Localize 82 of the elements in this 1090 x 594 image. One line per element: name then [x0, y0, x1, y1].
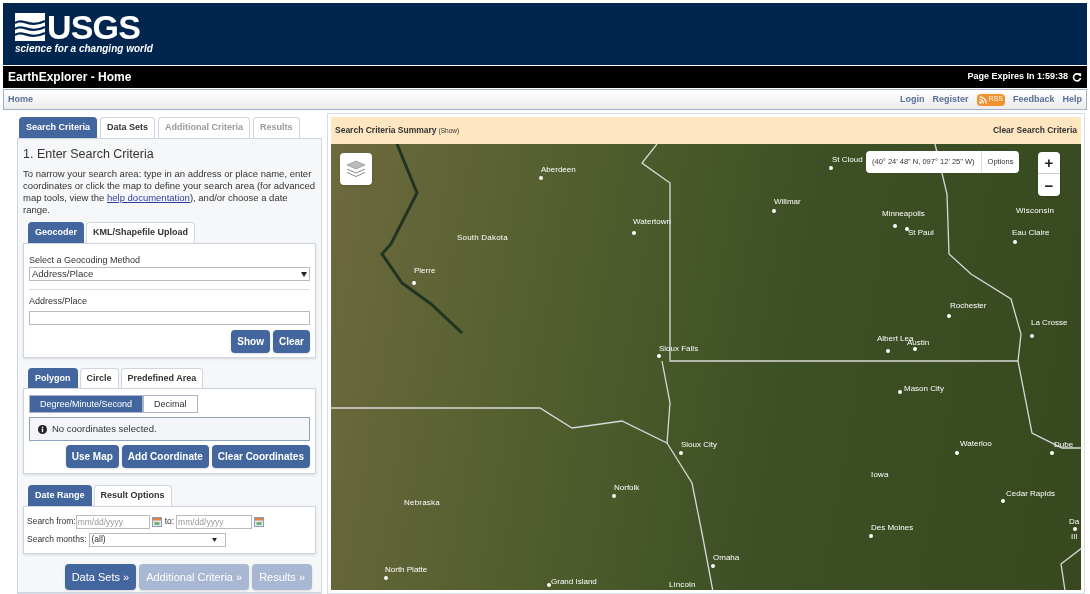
- calendar-icon[interactable]: [254, 516, 265, 527]
- page-title: EarthExplorer - Home: [8, 69, 132, 86]
- nav-link[interactable]: Home: [8, 92, 33, 107]
- city-label: Grand Island: [551, 577, 597, 587]
- city-label: Mason City: [904, 384, 944, 394]
- city-label: Aberdeen: [541, 165, 576, 175]
- nav-link[interactable]: Help: [1062, 92, 1082, 107]
- city-label: Des Moines: [871, 523, 914, 533]
- field-label: Select a Geocoding Method: [29, 253, 142, 267]
- tab[interactable]: Search Criteria: [19, 117, 98, 138]
- city-label: Pierre: [414, 266, 436, 276]
- tab[interactable]: Predefined Area: [120, 367, 204, 389]
- info-icon: [38, 424, 47, 434]
- city-label: Rochester: [950, 301, 987, 311]
- clear-criteria-link[interactable]: Clear Search Criteria: [992, 124, 1077, 137]
- city-label: St Paul: [908, 228, 934, 238]
- region-label: Nebraska: [404, 498, 440, 508]
- city-label: Omaha: [713, 553, 740, 563]
- refresh-icon[interactable]: [1072, 72, 1082, 82]
- action-button[interactable]: Show: [231, 329, 270, 353]
- city-label: Norfolk: [614, 483, 640, 493]
- city-label: Cedar Rapids: [1006, 489, 1055, 499]
- tab[interactable]: Polygon: [28, 367, 78, 389]
- format-toggle[interactable]: Degree/Minute/Second: [29, 395, 144, 414]
- city-label: Watertown: [633, 217, 671, 227]
- city-label: Eau Claire: [1012, 228, 1050, 238]
- city-label: Dube: [1054, 440, 1074, 450]
- region-label: Iowa: [871, 470, 889, 480]
- city-label: Da: [1069, 517, 1080, 527]
- field-label: to:: [164, 515, 175, 529]
- session-timer: Page Expires In 1:59:38: [967, 70, 1068, 84]
- logo-tagline: science for a changing world: [15, 42, 153, 56]
- tab[interactable]: Geocoder: [28, 222, 84, 243]
- months-select[interactable]: (all): [88, 532, 226, 547]
- layers-icon: [346, 160, 366, 178]
- message-text: No coordinates selected.: [52, 422, 157, 437]
- logo-text: USGS: [47, 12, 140, 42]
- field-label: Address/Place: [29, 295, 89, 309]
- field-label: Search months:: [27, 533, 87, 547]
- tab[interactable]: Data Sets: [100, 117, 156, 138]
- city-label: St Cloud: [832, 155, 863, 165]
- zoom-in-button[interactable]: +: [1038, 152, 1060, 174]
- city-label: Willmar: [774, 197, 801, 207]
- zoom-out-button[interactable]: −: [1038, 174, 1060, 196]
- calendar-icon[interactable]: [151, 516, 162, 527]
- nav-link[interactable]: Feedback: [1012, 92, 1055, 107]
- city-label: Waterloo: [960, 439, 992, 449]
- layers-button[interactable]: [340, 153, 372, 185]
- city-label: Minneapolis: [882, 209, 925, 219]
- intro-text: To narrow your search area: type in an address or place name, enter coordinates or click the map to define your search area (for advanced map tools, view the help documentation), and/or choose a date range.: [23, 168, 316, 217]
- action-button[interactable]: Add Coordinate: [121, 445, 209, 469]
- action-button[interactable]: Clear Coordinates: [211, 445, 310, 469]
- city-label: North Platte: [385, 565, 428, 575]
- geocoding-method-select[interactable]: Address/Place: [29, 267, 310, 282]
- date-input[interactable]: mm/dd/yyyy: [75, 514, 150, 529]
- city-label: La Crosse: [1031, 318, 1068, 328]
- date-input[interactable]: mm/dd/yyyy: [176, 514, 253, 529]
- address-input[interactable]: [29, 310, 310, 325]
- action-button[interactable]: Clear: [273, 329, 310, 353]
- region-label: Ill: [1071, 532, 1078, 542]
- dropdown-caret-icon: [301, 271, 307, 277]
- help-link[interactable]: help documentation: [106, 192, 190, 204]
- city-label: Sioux City: [681, 440, 717, 450]
- section-heading: 1. Enter Search Criteria: [23, 145, 155, 163]
- dropdown-caret-icon: [211, 537, 217, 542]
- region-label: South Dakota: [457, 233, 508, 243]
- action-button[interactable]: Use Map: [65, 445, 119, 469]
- region-label: Wisconsin: [1016, 206, 1055, 216]
- summary-title: Search Criteria Summary: [335, 124, 437, 137]
- tab[interactable]: Result Options: [93, 485, 172, 506]
- region-label: Lincoln: [669, 580, 696, 590]
- nav-link[interactable]: Login: [900, 92, 925, 107]
- tab[interactable]: Date Range: [28, 485, 92, 506]
- action-button[interactable]: Data Sets »: [64, 563, 137, 591]
- field-label: Search from:: [27, 515, 76, 529]
- tab[interactable]: Circle: [79, 367, 119, 389]
- rss-icon: [978, 95, 987, 104]
- tab[interactable]: KML/Shapefile Upload: [86, 222, 196, 243]
- city-label: Sioux Falls: [659, 344, 699, 354]
- nav-link[interactable]: Register: [932, 92, 969, 107]
- wave-logo-icon: [15, 13, 45, 41]
- format-toggle[interactable]: Decimal: [143, 395, 198, 414]
